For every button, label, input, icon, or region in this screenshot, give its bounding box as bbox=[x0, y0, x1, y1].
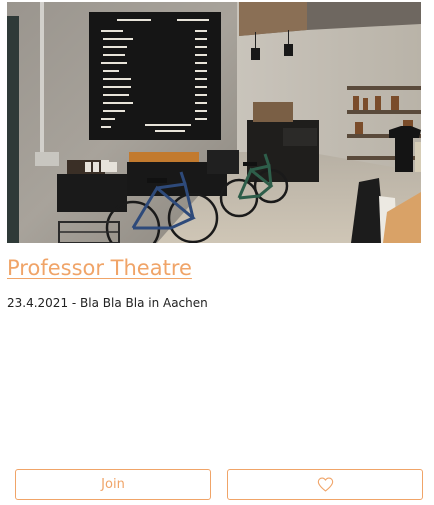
event-card: Professor Theatre 23.4.2021 - Bla Bla Bl… bbox=[0, 0, 434, 505]
event-title-link[interactable]: Professor Theatre bbox=[7, 256, 192, 280]
event-image bbox=[7, 2, 421, 243]
join-button-label: Join bbox=[101, 477, 125, 492]
event-date-location: 23.4.2021 - Bla Bla Bla in Aachen bbox=[7, 296, 208, 310]
favorite-button[interactable] bbox=[227, 469, 423, 500]
join-button[interactable]: Join bbox=[15, 469, 211, 500]
heart-outline-icon bbox=[317, 477, 333, 492]
